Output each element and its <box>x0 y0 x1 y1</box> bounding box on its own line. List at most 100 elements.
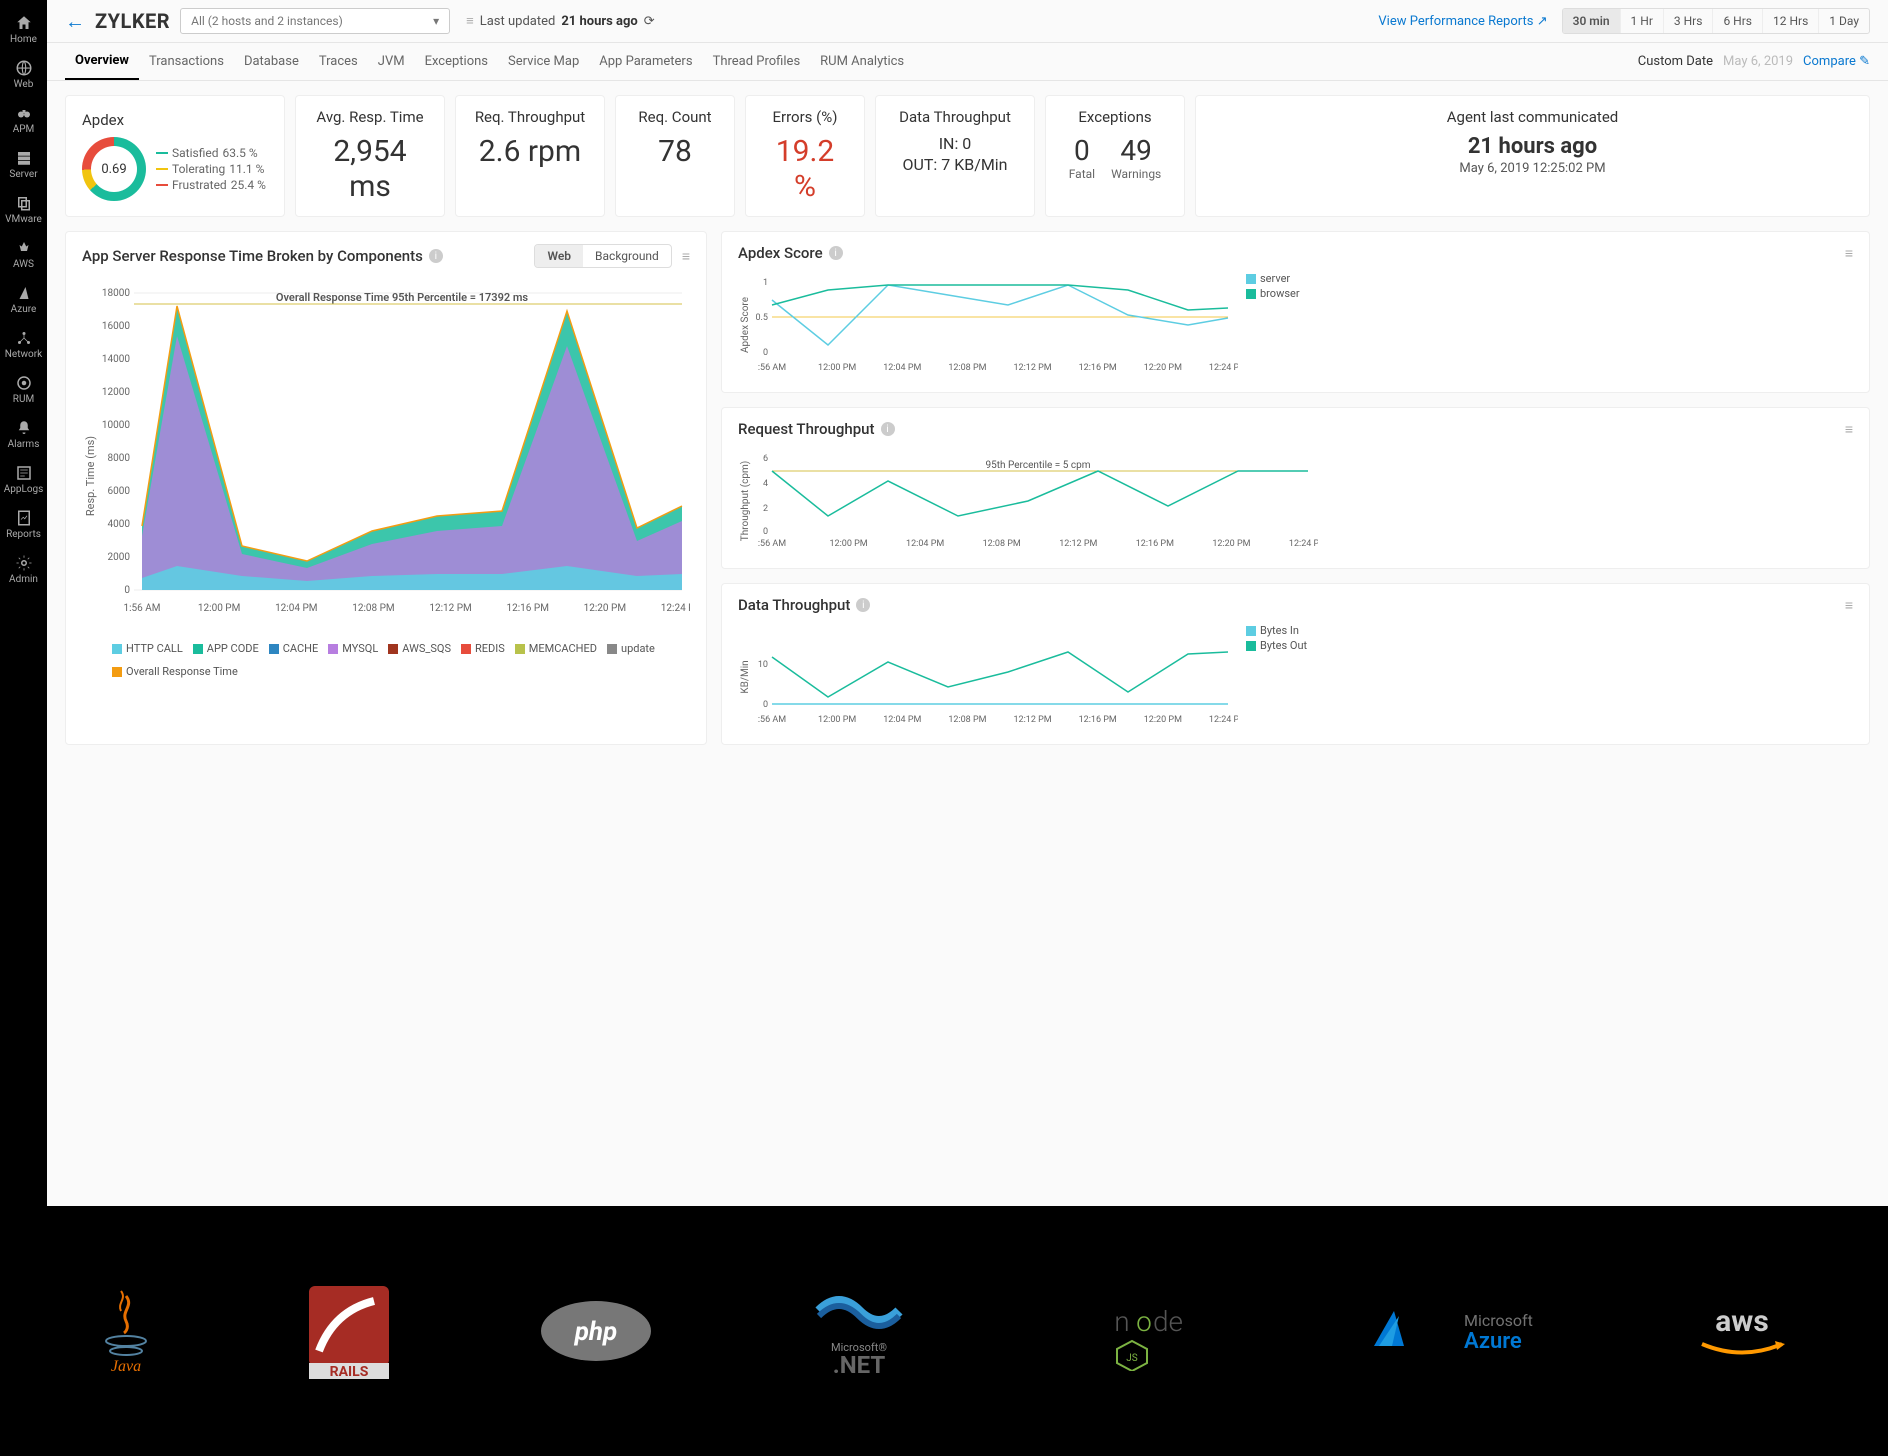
refresh-icon[interactable]: ⟳ <box>644 14 655 29</box>
svg-text:Resp. Time (ms): Resp. Time (ms) <box>84 436 97 516</box>
agent-card: Agent last communicated21 hours agoMay 6… <box>1195 95 1870 217</box>
toggle-background[interactable]: Background <box>583 245 671 267</box>
custom-date-value[interactable]: May 6, 2019 <box>1723 54 1793 69</box>
svg-text:Overall Response Time 95th Per: Overall Response Time 95th Percentile = … <box>276 291 529 304</box>
svg-text:12:04 PM: 12:04 PM <box>275 603 317 614</box>
response-time-panel: App Server Response Time Broken by Compo… <box>65 231 707 745</box>
svg-text::56 AM: :56 AM <box>758 539 786 549</box>
tab-database[interactable]: Database <box>234 44 309 79</box>
sidebar-item-server[interactable]: Server <box>0 143 47 188</box>
bell-icon <box>15 419 33 437</box>
sidebar: Home Web APM Server VMware AWS Azure Net… <box>0 0 47 1206</box>
sidebar-item-aws[interactable]: AWS <box>0 233 47 278</box>
svg-text:Microsoft: Microsoft <box>1464 1311 1533 1330</box>
custom-date-label: Custom Date <box>1638 54 1713 69</box>
tab-traces[interactable]: Traces <box>309 44 368 79</box>
sidebar-item-reports[interactable]: Reports <box>0 503 47 548</box>
panel-menu-icon[interactable]: ≡ <box>1845 597 1853 614</box>
network-icon <box>15 329 33 347</box>
svg-text:12:20 PM: 12:20 PM <box>1144 715 1182 725</box>
svg-text:12:08 PM: 12:08 PM <box>948 715 986 725</box>
svg-text:2000: 2000 <box>108 552 131 563</box>
menu-lines-icon: ≡ <box>466 13 474 29</box>
sidebar-item-network[interactable]: Network <box>0 323 47 368</box>
sidebar-item-rum[interactable]: RUM <box>0 368 47 413</box>
tab-service-map[interactable]: Service Map <box>498 44 589 79</box>
svg-text:Throughput (cpm): Throughput (cpm) <box>739 461 751 542</box>
svg-text:.NET: .NET <box>833 1351 886 1379</box>
sidebar-item-apm[interactable]: APM <box>0 98 47 143</box>
home-icon <box>15 14 33 32</box>
svg-text:12:16 PM: 12:16 PM <box>1136 539 1174 549</box>
sidebar-item-azure[interactable]: Azure <box>0 278 47 323</box>
tab-overview[interactable]: Overview <box>65 43 139 80</box>
tab-thread-profiles[interactable]: Thread Profiles <box>703 44 811 79</box>
sidebar-item-admin[interactable]: Admin <box>0 548 47 593</box>
tab-rum-analytics[interactable]: RUM Analytics <box>810 44 914 79</box>
panel-menu-icon[interactable]: ≡ <box>682 248 690 265</box>
svg-text:0.5: 0.5 <box>756 313 769 323</box>
svg-text:8000: 8000 <box>108 453 131 464</box>
tech-logos-bar: Java RAILS php Microsoft®.NET nodeJS Mic… <box>0 1206 1888 1456</box>
info-icon[interactable]: i <box>856 598 870 612</box>
view-performance-reports-link[interactable]: View Performance Reports ↗ <box>1378 14 1547 29</box>
panel-menu-icon[interactable]: ≡ <box>1845 245 1853 262</box>
time-range-12hrs[interactable]: 12 Hrs <box>1762 9 1818 33</box>
svg-text:12:20 PM: 12:20 PM <box>1212 539 1250 549</box>
svg-text:4: 4 <box>763 479 768 489</box>
info-icon[interactable]: i <box>881 422 895 436</box>
back-icon[interactable]: ← <box>65 9 85 34</box>
panel-menu-icon[interactable]: ≡ <box>1845 421 1853 438</box>
applogs-icon <box>15 464 33 482</box>
response-time-chart: Resp. Time (ms) 180001600014000120001000… <box>82 276 690 636</box>
svg-text:0: 0 <box>763 700 768 710</box>
svg-text:php: php <box>574 1317 617 1347</box>
svg-text::56 AM: :56 AM <box>758 715 786 725</box>
svg-text:4000: 4000 <box>108 519 131 530</box>
dotnet-logo: Microsoft®.NET <box>799 1281 919 1381</box>
svg-text:0: 0 <box>763 348 768 358</box>
php-logo: php <box>536 1296 656 1366</box>
azure-icon <box>15 284 33 302</box>
apdex-legend: server browser <box>1246 270 1300 380</box>
sidebar-item-applogs[interactable]: AppLogs <box>0 458 47 503</box>
svg-text:16000: 16000 <box>102 321 130 332</box>
time-range-3hrs[interactable]: 3 Hrs <box>1663 9 1713 33</box>
time-range-1hr[interactable]: 1 Hr <box>1620 9 1663 33</box>
svg-text:14000: 14000 <box>102 354 130 365</box>
copy-icon <box>15 194 33 212</box>
tab-jvm[interactable]: JVM <box>368 44 415 79</box>
svg-text:n: n <box>1114 1305 1129 1338</box>
time-range-30min[interactable]: 30 min <box>1563 9 1620 33</box>
last-updated: ≡ Last updated 21 hours ago ⟳ <box>466 13 655 29</box>
info-icon[interactable]: i <box>829 246 843 260</box>
sidebar-item-home[interactable]: Home <box>0 8 47 53</box>
svg-text::56 AM: :56 AM <box>758 363 786 373</box>
sidebar-item-vmware[interactable]: VMware <box>0 188 47 233</box>
svg-text:12:04 PM: 12:04 PM <box>906 539 944 549</box>
toggle-web[interactable]: Web <box>535 245 583 267</box>
svg-text:RAILS: RAILS <box>330 1364 369 1380</box>
hosts-dropdown[interactable]: All (2 hosts and 2 instances) ▾ <box>180 8 450 34</box>
svg-text:12:24 PM: 12:24 PM <box>1209 363 1238 373</box>
tab-exceptions[interactable]: Exceptions <box>415 44 498 79</box>
svg-text:12:00 PM: 12:00 PM <box>818 715 856 725</box>
apdex-chart: Apdex Score 10.50 :56 AM12:00 PM12:04 PM… <box>738 270 1238 380</box>
svg-text:de: de <box>1153 1305 1183 1338</box>
time-range-1day[interactable]: 1 Day <box>1818 9 1869 33</box>
compare-link[interactable]: Compare ✎ <box>1803 54 1870 69</box>
info-icon[interactable]: i <box>429 249 443 263</box>
apdex-legend: Satisfied 63.5 % Tolerating 11.1 % Frust… <box>156 144 266 194</box>
aws-footer-logo: aws <box>1687 1296 1797 1366</box>
chevron-down-icon: ▾ <box>433 14 439 28</box>
svg-text:10: 10 <box>758 660 768 670</box>
svg-text:18000: 18000 <box>102 288 130 299</box>
tab-app-parameters[interactable]: App Parameters <box>589 44 702 79</box>
data-legend: Bytes In Bytes Out <box>1246 622 1307 732</box>
data-throughput-card: Data ThroughputIN: 0OUT: 7 KB/Min <box>875 95 1035 217</box>
apdex-card: Apdex 0.69 Satisfied 63.5 % Tolerating 1… <box>65 95 285 217</box>
time-range-6hrs[interactable]: 6 Hrs <box>1712 9 1762 33</box>
sidebar-item-alarms[interactable]: Alarms <box>0 413 47 458</box>
tab-transactions[interactable]: Transactions <box>139 44 234 79</box>
sidebar-item-web[interactable]: Web <box>0 53 47 98</box>
